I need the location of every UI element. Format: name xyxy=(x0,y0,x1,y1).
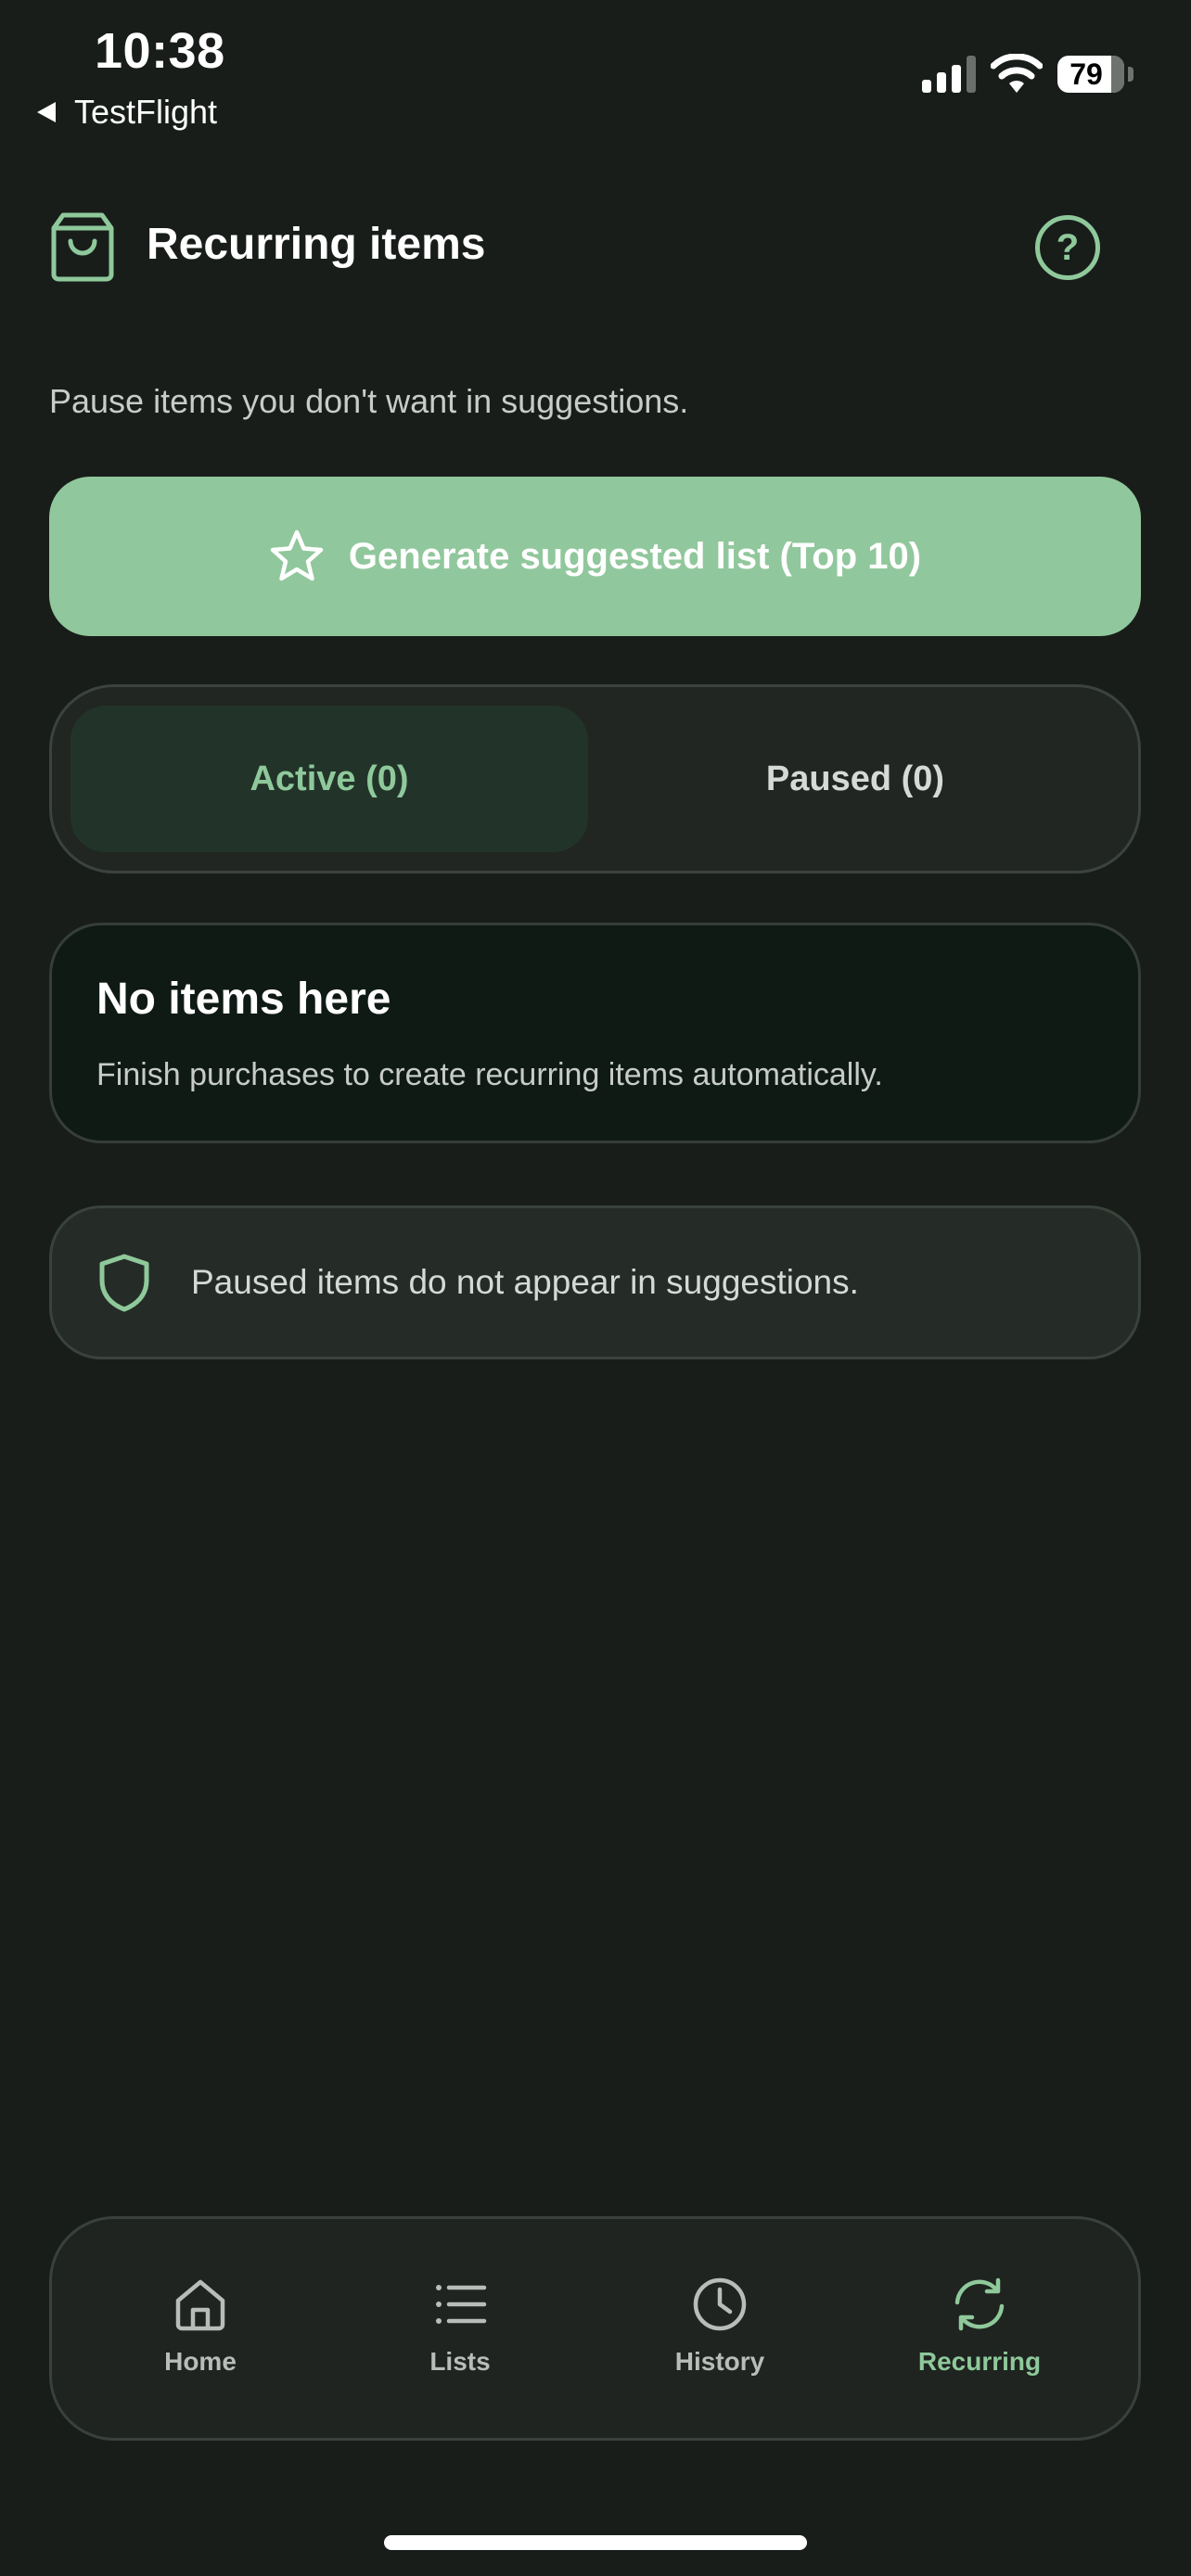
home-icon xyxy=(175,2279,225,2331)
battery-level: 79 xyxy=(1069,57,1103,91)
page-title: Recurring items xyxy=(147,220,486,269)
help-button[interactable]: ? xyxy=(1035,215,1100,280)
star-icon xyxy=(270,529,324,581)
nav-label-history: History xyxy=(674,2347,765,2376)
back-app-label: TestFlight xyxy=(74,93,218,131)
status-segmented-control: Active (0) Paused (0) xyxy=(49,684,1141,874)
list-icon xyxy=(436,2285,487,2324)
page-subtitle: Pause items you don't want in suggestion… xyxy=(49,382,689,420)
nav-item-home[interactable]: Home xyxy=(89,2275,312,2377)
nav-item-recurring[interactable]: Recurring xyxy=(868,2275,1091,2377)
nav-label-home: Home xyxy=(164,2347,237,2376)
clock-icon xyxy=(693,2277,747,2331)
shield-icon xyxy=(99,1254,149,1312)
back-to-testflight-link[interactable]: TestFlight xyxy=(37,93,217,132)
status-time: 10:38 xyxy=(95,23,225,79)
nav-label-recurring: Recurring xyxy=(917,2347,1042,2376)
home-indicator[interactable] xyxy=(384,2535,807,2550)
tab-active[interactable]: Active (0) xyxy=(70,706,588,852)
generate-button-label: Generate suggested list (Top 10) xyxy=(348,535,922,577)
bottom-navigation: Home Lists History Recurring xyxy=(49,2216,1141,2441)
generate-suggested-list-button[interactable]: Generate suggested list (Top 10) xyxy=(49,477,1141,636)
wifi-icon xyxy=(991,54,1043,93)
battery-icon: 79 xyxy=(1057,56,1124,93)
nav-label-lists: Lists xyxy=(429,2347,491,2376)
info-text: Paused items do not appear in suggestion… xyxy=(191,1263,859,1301)
back-arrow-icon xyxy=(37,102,56,122)
tab-paused[interactable]: Paused (0) xyxy=(588,706,1122,852)
shopping-bag-icon xyxy=(51,212,114,282)
empty-state-description: Finish purchases to create recurring ite… xyxy=(96,1057,883,1092)
cellular-signal-icon xyxy=(922,54,976,93)
nav-item-history[interactable]: History xyxy=(608,2275,831,2377)
battery-cap xyxy=(1128,67,1133,82)
nav-item-lists[interactable]: Lists xyxy=(349,2275,571,2377)
empty-state-card: No items here Finish purchases to create… xyxy=(49,923,1141,1143)
info-card: Paused items do not appear in suggestion… xyxy=(49,1205,1141,1359)
empty-state-title: No items here xyxy=(96,975,391,1024)
help-circle-icon: ? xyxy=(1056,226,1080,268)
refresh-icon xyxy=(954,2277,1005,2331)
